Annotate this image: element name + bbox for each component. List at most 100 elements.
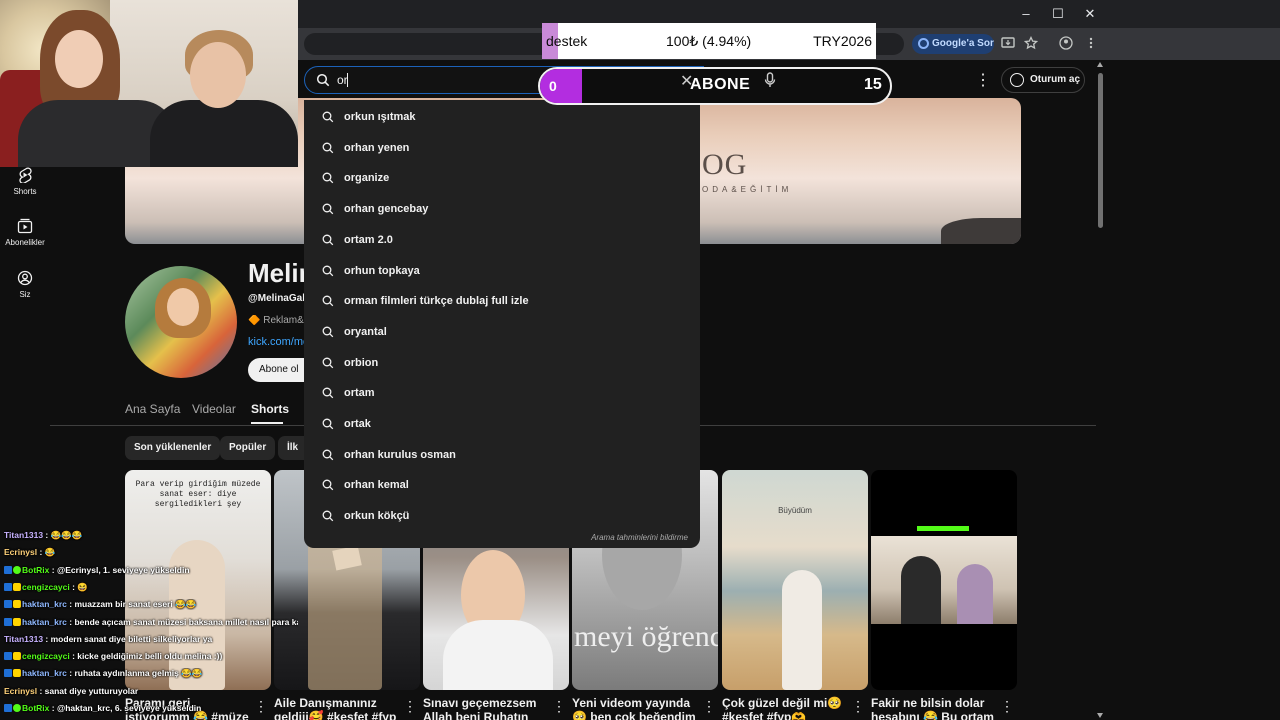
verified-badge-icon <box>4 669 12 678</box>
microphone-icon[interactable] <box>764 72 776 88</box>
signin-button[interactable]: Oturum aç <box>1001 67 1085 93</box>
google-ask-button[interactable]: Google'a Sor <box>912 34 994 54</box>
short-overlay-text-4: meyi öğrend <box>574 620 718 653</box>
chat-message: Titan1313 : modern sanat diye biletti si… <box>4 634 298 644</box>
verified-badge-icon <box>4 617 12 626</box>
webcam-overlay <box>0 0 298 167</box>
chat-text: 😂😂😂 <box>50 530 83 540</box>
scroll-up-arrow-icon[interactable] <box>1097 62 1103 67</box>
short-thumbnail-6[interactable] <box>871 470 1017 690</box>
short-title-5[interactable]: Çok güzel değil mi🥺 #keşfet #fyp🫶 <box>722 696 852 720</box>
subscriber-goal-target: 15 <box>864 76 882 93</box>
chat-message: BotRix : @Ecrinysl, 1. seviyeye yükseldi… <box>4 565 298 575</box>
short-title-3[interactable]: Sınavı geçemezsem Allah beni Ruhatın <box>423 696 553 720</box>
chat-message: haktan_krc : muazzam bir sanat eseri 😂😂 <box>4 599 298 610</box>
donation-goal: TRY2026 <box>813 33 872 49</box>
search-suggestion[interactable]: orbion <box>304 348 700 378</box>
search-suggestion[interactable]: orkun kökçü <box>304 501 700 531</box>
you-icon <box>17 270 33 286</box>
chat-text: 😆 <box>77 581 88 592</box>
verified-badge-icon <box>4 582 12 591</box>
report-predictions-link[interactable]: Arama tahminlerini bildirme <box>591 533 688 542</box>
search-suggestion-label: orhan kurulus osman <box>344 448 456 461</box>
install-app-icon[interactable] <box>1000 36 1016 52</box>
search-suggestion[interactable]: organize <box>304 163 700 193</box>
search-icon <box>322 387 334 399</box>
webcam-person-2-face <box>190 42 246 108</box>
short-more-icon-3[interactable]: ⋮ <box>552 699 566 713</box>
subscribe-button[interactable]: Abone ol <box>248 358 308 382</box>
rail-item-subscriptions[interactable]: Abonelikler <box>0 218 50 247</box>
chat-text: kicke geldiğimiz belli oldu melina :)) <box>77 651 223 662</box>
sub-badge-icon <box>13 669 21 678</box>
search-icon <box>322 418 334 430</box>
settings-more-icon[interactable]: ⋮ <box>975 70 991 90</box>
search-suggestion[interactable]: oryantal <box>304 317 700 347</box>
text-caret <box>347 73 348 87</box>
short-more-icon-5[interactable]: ⋮ <box>851 699 865 713</box>
search-suggestion[interactable]: orhan kemal <box>304 470 700 500</box>
short-more-icon-2[interactable]: ⋮ <box>403 699 417 713</box>
profile-icon[interactable] <box>1058 36 1074 52</box>
chat-separator: : <box>37 547 45 558</box>
short-thumbnail-5[interactable]: Büyüdüm <box>722 470 868 690</box>
search-suggestion[interactable]: orhan gencebay <box>304 194 700 224</box>
maximize-button[interactable]: ☐ <box>1042 5 1074 23</box>
tab-home[interactable]: Ana Sayfa <box>125 402 180 416</box>
search-suggestion[interactable]: orhan yenen <box>304 133 700 163</box>
chat-separator: : <box>49 564 57 575</box>
chat-message: cengizcayci : 😆 <box>4 582 298 593</box>
search-suggestion[interactable]: orhun topkaya <box>304 256 700 286</box>
chip-latest[interactable]: Son yüklenenler <box>125 436 221 460</box>
channel-link[interactable]: kick.com/melina <box>248 336 304 348</box>
minimize-button[interactable]: – <box>1010 5 1042 23</box>
sub-badge-icon <box>13 582 21 591</box>
rail-item-shorts[interactable]: Shorts <box>0 167 50 196</box>
scrollbar-thumb[interactable] <box>1098 73 1103 228</box>
chat-text: ruhata aydınlanma gelmiş 😂😂 <box>74 668 203 679</box>
chat-username: cengizcayci <box>22 581 70 592</box>
chat-username: cengizcayci <box>22 651 70 662</box>
chat-message: haktan_krc : bende açıcam sanat müzesi b… <box>4 617 298 628</box>
chat-username: haktan_krc <box>22 599 67 610</box>
search-suggestion[interactable]: orman filmleri türkçe dublaj full izle <box>304 286 700 316</box>
scroll-down-arrow-icon[interactable] <box>1097 713 1103 718</box>
short-more-icon-6[interactable]: ⋮ <box>1000 699 1014 713</box>
short-6-person-1 <box>901 556 941 624</box>
search-icon <box>322 172 334 184</box>
search-suggestion-label: orkun ışıtmak <box>344 111 416 123</box>
tab-videos[interactable]: Videolar <box>192 402 236 416</box>
chip-oldest[interactable]: İlk y <box>278 436 304 460</box>
tab-shorts[interactable]: Shorts <box>251 402 289 416</box>
search-suggestion[interactable]: orkun ışıtmak <box>304 102 700 132</box>
short-title-4[interactable]: Yeni videom yayında🥺 ben çok beğendim <box>572 696 702 720</box>
short-6-kick-banner <box>917 526 969 531</box>
active-tab-indicator <box>251 422 283 424</box>
search-suggestion[interactable]: ortam 2.0 <box>304 225 700 255</box>
browser-menu-icon[interactable] <box>1083 36 1099 52</box>
search-suggestion[interactable]: ortak <box>304 409 700 439</box>
rail-label-you: Siz <box>19 290 31 299</box>
chip-popular[interactable]: Popüler <box>220 436 276 460</box>
verified-badge-icon <box>4 652 12 661</box>
chat-message: haktan_krc : ruhata aydınlanma gelmiş 😂😂 <box>4 668 298 679</box>
short-more-icon-4[interactable]: ⋮ <box>702 699 716 713</box>
subscriptions-icon <box>17 218 33 234</box>
google-lens-icon <box>918 38 929 49</box>
short-title-6[interactable]: Fakir ne bilsin dolar hesabını 😂 Bu orta… <box>871 696 1001 720</box>
subscriber-goal-current: 0 <box>549 78 557 94</box>
channel-meta: 🔶 Reklam&İş <box>248 315 304 326</box>
chat-text: bende açıcam sanat müzesi baksana millet… <box>74 616 298 627</box>
chat-text: @haktan_krc, 6. seviyeye yükseldin <box>56 703 202 713</box>
bookmark-star-icon[interactable] <box>1023 35 1039 52</box>
search-suggestion-label: orkun kökçü <box>344 510 410 523</box>
chat-username: BotRix <box>22 564 50 575</box>
search-suggestion[interactable]: ortam <box>304 378 700 408</box>
search-icon <box>322 234 334 246</box>
short-6-frame <box>871 536 1017 624</box>
donation-goal-bar: destek 100₺ (4.94%) TRY2026 <box>542 23 876 59</box>
rail-item-you[interactable]: Siz <box>0 270 50 299</box>
chat-message: Ecrinysl : sanat diye yutturuyolar <box>4 686 298 696</box>
close-window-button[interactable]: ✕ <box>1074 5 1106 23</box>
search-suggestion[interactable]: orhan kurulus osman <box>304 440 700 470</box>
